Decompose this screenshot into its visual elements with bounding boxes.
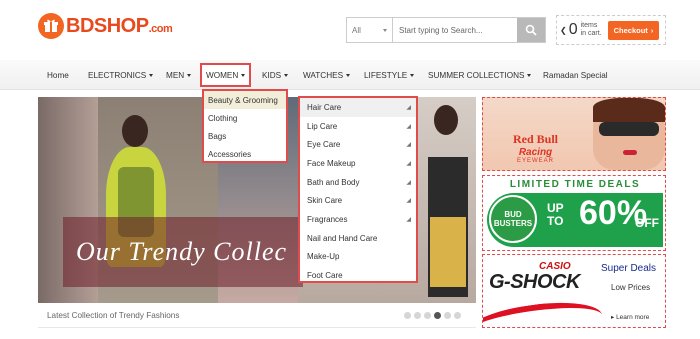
caret-down-icon bbox=[187, 73, 192, 77]
nav-summer-collections[interactable]: SUMMER COLLECTIONS bbox=[428, 60, 532, 90]
redbull-logo: Red Bull Racing EYEWEAR bbox=[513, 132, 559, 164]
search-input[interactable] bbox=[393, 18, 517, 42]
search-bar: All bbox=[346, 17, 546, 43]
nav-home[interactable]: Home bbox=[47, 60, 69, 90]
caret-down-icon bbox=[149, 73, 154, 77]
slider-dot-active[interactable] bbox=[434, 312, 441, 319]
submenu-item-nail-hand-care[interactable]: Nail and Hand Care bbox=[300, 229, 416, 248]
logo-text: BDSHOP.com bbox=[66, 14, 173, 37]
submenu-arrow-icon: ◢ bbox=[406, 123, 411, 130]
submenu-item-eye-care[interactable]: Eye Care ◢ bbox=[300, 135, 416, 154]
slider-dot[interactable] bbox=[404, 312, 411, 319]
deals-off: OFF bbox=[635, 216, 659, 230]
nav-women[interactable]: WOMEN bbox=[200, 63, 252, 87]
caret-down-icon bbox=[284, 73, 289, 77]
divider bbox=[38, 327, 476, 328]
submenu-item-lip-care[interactable]: Lip Care ◢ bbox=[300, 117, 416, 136]
submenu-arrow-icon: ◢ bbox=[406, 198, 411, 205]
slider-dot[interactable] bbox=[444, 312, 451, 319]
caret-down-icon bbox=[410, 73, 415, 77]
model-image bbox=[122, 115, 148, 147]
nav-men[interactable]: MEN bbox=[166, 60, 192, 90]
submenu-item-face-makeup[interactable]: Face Makeup ◢ bbox=[300, 154, 416, 173]
slider-dots bbox=[404, 312, 461, 319]
submenu-item-fragrances[interactable]: Fragrances ◢ bbox=[300, 210, 416, 229]
cart-widget: ❮ 0 items in cart. Checkout › bbox=[556, 15, 666, 45]
chevron-down-icon bbox=[383, 28, 387, 32]
submenu-arrow-icon: ◢ bbox=[406, 160, 411, 167]
slider-dot[interactable] bbox=[424, 312, 431, 319]
deals-title: LIMITED TIME DEALS bbox=[509, 179, 641, 190]
main-nav: Home ELECTRONICS MEN WOMEN KIDS WATCHES … bbox=[0, 60, 700, 90]
banner-headline: Our Trendy Collec bbox=[76, 237, 288, 266]
slider-dot[interactable] bbox=[454, 312, 461, 319]
low-prices-text: Low Prices bbox=[611, 283, 651, 292]
menu-item-accessories[interactable]: Accessories bbox=[204, 145, 286, 163]
menu-item-beauty-grooming[interactable]: Beauty & Grooming bbox=[204, 91, 286, 109]
gift-icon bbox=[38, 13, 64, 39]
super-deals-text: Super Deals bbox=[601, 263, 657, 274]
slider-dot[interactable] bbox=[414, 312, 421, 319]
submenu-item-foot-care[interactable]: Foot Care bbox=[300, 266, 416, 285]
limited-deals-ad[interactable]: LIMITED TIME DEALS BUD BUSTERS UP TO 60% O… bbox=[482, 175, 666, 251]
nav-kids[interactable]: KIDS bbox=[262, 60, 289, 90]
caret-down-icon bbox=[527, 73, 532, 77]
chevron-right-icon: › bbox=[650, 25, 654, 35]
submenu-arrow-icon: ◢ bbox=[406, 216, 411, 223]
search-icon bbox=[525, 24, 537, 36]
menu-item-clothing[interactable]: Clothing bbox=[204, 109, 286, 127]
search-button[interactable] bbox=[517, 18, 545, 42]
cart-dropdown-icon[interactable]: ❮ bbox=[560, 26, 567, 35]
deals-upto: UP TO bbox=[547, 201, 564, 228]
caret-down-icon bbox=[346, 73, 351, 77]
submenu-item-make-up[interactable]: Make-Up bbox=[300, 248, 416, 267]
search-category-select[interactable]: All bbox=[347, 18, 393, 42]
submenu-arrow-icon: ◢ bbox=[406, 142, 411, 149]
nav-ramadan-special[interactable]: Ramadan Special bbox=[543, 60, 608, 90]
model-image bbox=[434, 105, 458, 135]
bud-busters-badge: BUD BUSTERS bbox=[489, 195, 537, 243]
cart-count: 0 bbox=[568, 21, 578, 38]
gshock-logo: G-SHOCK bbox=[489, 271, 580, 293]
menu-item-bags[interactable]: Bags bbox=[204, 127, 286, 145]
submenu-item-hair-care[interactable]: Hair Care ◢ bbox=[300, 98, 416, 117]
banner-caption: Latest Collection of Trendy Fashions bbox=[47, 311, 180, 320]
page: BDSHOP.com All ❮ 0 itemsin cart. Checkou… bbox=[0, 0, 700, 339]
submenu-arrow-icon: ◢ bbox=[406, 179, 411, 186]
nav-lifestyle[interactable]: LIFESTYLE bbox=[364, 60, 415, 90]
caret-down-icon bbox=[241, 73, 246, 77]
nav-watches[interactable]: WATCHES bbox=[303, 60, 351, 90]
gshock-ad[interactable]: CASIO G-SHOCK Super Deals Low Prices ▸ L… bbox=[482, 254, 666, 328]
nav-electronics[interactable]: ELECTRONICS bbox=[88, 60, 154, 90]
women-dropdown-menu: Beauty & Grooming Clothing Bags Accessor… bbox=[202, 89, 288, 163]
learn-more-link[interactable]: ▸ Learn more bbox=[611, 313, 649, 321]
site-logo[interactable]: BDSHOP.com bbox=[38, 13, 173, 39]
submenu-arrow-icon: ◢ bbox=[406, 104, 411, 111]
redbull-eyewear-ad[interactable]: Red Bull Racing EYEWEAR bbox=[482, 97, 666, 171]
submenu-item-bath-body[interactable]: Bath and Body ◢ bbox=[300, 173, 416, 192]
beauty-submenu: Hair Care ◢ Lip Care ◢ Eye Care ◢ Face Make… bbox=[298, 96, 418, 283]
submenu-item-skin-care[interactable]: Skin Care ◢ bbox=[300, 191, 416, 210]
cart-label: items in cart. bbox=[580, 22, 602, 37]
sunglasses-image bbox=[599, 122, 659, 136]
checkout-button[interactable]: Checkout › bbox=[607, 20, 660, 40]
